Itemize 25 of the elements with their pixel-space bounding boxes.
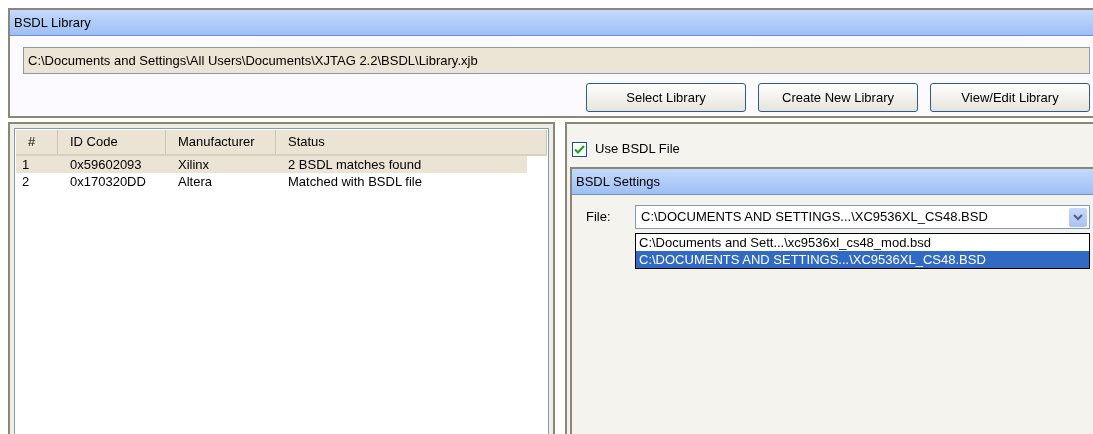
table-cell-text: 0x170320DD — [69, 173, 147, 190]
file-label: File: — [586, 208, 612, 227]
checkbox-label: Use BSDL File — [595, 140, 680, 159]
dropdown-option[interactable]: C:\DOCUMENTS AND SETTINGS...\XC9536XL_CS48.BSD — [636, 251, 1089, 268]
use-bsdl-checkbox[interactable] — [572, 141, 587, 157]
column-header[interactable]: ID Code — [58, 130, 166, 154]
table-cell-text: Xilinx — [177, 156, 211, 173]
table-cell-text: 2 BSDL matches found — [287, 156, 423, 173]
check-icon — [574, 143, 585, 155]
panel-title: BSDL Settings — [572, 169, 1093, 195]
library-button[interactable]: Create New Library — [758, 83, 918, 112]
file-dropdown[interactable]: C:\DOCUMENTS AND SETTINGS...\XC9536XL_CS48.BSD — [635, 205, 1090, 229]
column-header[interactable]: # — [16, 130, 58, 154]
device-row[interactable]: 1 0x59602093 Xilinx 2 BSDL matches found — [16, 156, 527, 173]
table-cell-text: 0x59602093 — [69, 156, 143, 173]
library-button[interactable]: Select Library — [586, 83, 746, 112]
table-cell-text: 2 — [21, 173, 31, 190]
table-cell-text: Altera — [177, 173, 213, 190]
table-cell-text: Matched with BSDL file — [287, 173, 423, 190]
library-path-field[interactable]: C:\Documents and Settings\All Users\Documents\XJTAG 2.2\BSDL\Library.xjb — [23, 47, 1090, 74]
library-button[interactable]: View/Edit Library — [930, 83, 1090, 112]
panel-title: BSDL Library — [10, 10, 1093, 36]
column-header[interactable]: Status — [276, 130, 547, 154]
column-header[interactable]: Manufacturer — [166, 130, 276, 154]
table-cell-text: 1 — [21, 156, 31, 173]
